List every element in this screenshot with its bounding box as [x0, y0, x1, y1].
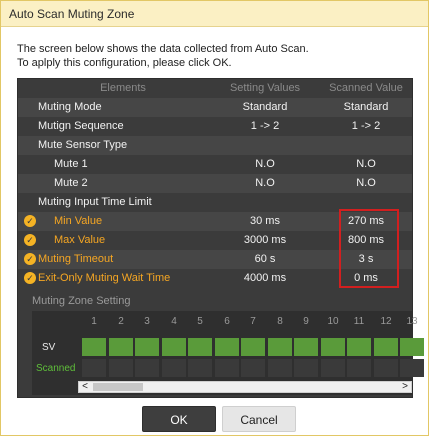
row-setting: 3000 ms: [243, 234, 287, 246]
description-line-2: To aplply this configuration, please cli…: [17, 57, 232, 69]
muting-zone-title: Muting Zone Setting: [32, 295, 131, 307]
row-scanned: Standard: [343, 101, 389, 113]
column-number: 2: [118, 316, 124, 327]
scroll-thumb[interactable]: [93, 383, 143, 391]
table-row: Muting Mode Standard Standard: [18, 98, 412, 117]
description: The screen below shows the data collecte…: [17, 42, 309, 70]
column-number: 7: [250, 316, 256, 327]
column-number: 8: [277, 316, 283, 327]
table-header: Elements Setting Values Scanned Value: [18, 79, 412, 98]
ok-button[interactable]: OK: [142, 406, 216, 432]
row-setting: 4000 ms: [243, 272, 287, 284]
row-element: Muting Timeout: [38, 253, 114, 265]
cancel-button[interactable]: Cancel: [222, 406, 296, 432]
scanned-cell[interactable]: [347, 359, 371, 377]
scanned-cell[interactable]: [162, 359, 186, 377]
auto-scan-muting-zone-dialog: Auto Scan Muting Zone The screen below s…: [0, 0, 429, 436]
table-row-mismatch: ✓ Exit-Only Muting Wait Time 4000 ms 0 m…: [18, 269, 412, 288]
row-element: Muting Input Time Limit: [38, 196, 152, 208]
scanned-cell[interactable]: [374, 359, 398, 377]
row-element: Min Value: [54, 215, 103, 227]
row-setting: N.O: [255, 177, 275, 189]
table-row-mismatch: ✓ Min Value 30 ms 270 ms: [18, 212, 412, 231]
scanned-cell[interactable]: [268, 359, 292, 377]
column-number: 13: [406, 316, 418, 327]
row-setting: Standard: [242, 101, 288, 113]
row-scanned: N.O: [356, 158, 376, 170]
sv-cell[interactable]: [82, 338, 106, 356]
row-scanned: 270 ms: [347, 215, 385, 227]
row-scanned: 800 ms: [347, 234, 385, 246]
row-setting: 30 ms: [250, 215, 280, 227]
scroll-left-icon[interactable]: <: [79, 381, 91, 393]
header-setting-values: Setting Values: [229, 82, 301, 94]
scanned-cell[interactable]: [82, 359, 106, 377]
row-setting: N.O: [255, 158, 275, 170]
scanned-cell[interactable]: [109, 359, 133, 377]
column-number: 6: [224, 316, 230, 327]
table-row-mismatch: ✓ Max Value 3000 ms 800 ms: [18, 231, 412, 250]
table-row: Mute Sensor Type: [18, 136, 412, 155]
scanned-cell[interactable]: [294, 359, 318, 377]
column-number: 3: [144, 316, 150, 327]
scanned-row-label: Scanned: [36, 363, 76, 374]
sv-cell[interactable]: [294, 338, 318, 356]
check-icon: ✓: [24, 272, 36, 284]
row-element: Mute Sensor Type: [38, 139, 128, 151]
row-scanned: 1 -> 2: [351, 120, 381, 132]
column-number: 11: [353, 316, 365, 327]
row-scanned: N.O: [356, 177, 376, 189]
row-element: Exit-Only Muting Wait Time: [38, 272, 171, 284]
description-line-1: The screen below shows the data collecte…: [17, 43, 309, 55]
scan-results-panel: Elements Setting Values Scanned Value Mu…: [17, 78, 424, 398]
sv-cell[interactable]: [268, 338, 292, 356]
sv-cell[interactable]: [109, 338, 133, 356]
row-element: Muting Mode: [38, 101, 102, 113]
scanned-cell[interactable]: [188, 359, 212, 377]
dialog-title: Auto Scan Muting Zone: [1, 1, 428, 27]
column-number: 4: [171, 316, 177, 327]
header-elements: Elements: [100, 82, 146, 94]
check-icon: ✓: [24, 234, 36, 246]
column-number: 9: [303, 316, 309, 327]
header-scanned-value: Scanned Value: [329, 82, 403, 94]
sv-row-label: SV: [42, 342, 56, 353]
table-row: Muting Input Time Limit: [18, 193, 412, 212]
row-element: Mutign Sequence: [38, 120, 124, 132]
row-scanned: 0 ms: [354, 272, 378, 284]
scanned-cell[interactable]: [215, 359, 239, 377]
column-number: 5: [197, 316, 203, 327]
sv-cell[interactable]: [374, 338, 398, 356]
column-number: 10: [327, 316, 339, 327]
column-number: 12: [380, 316, 392, 327]
column-number: 1: [91, 316, 97, 327]
sv-cell[interactable]: [215, 338, 239, 356]
sv-cell[interactable]: [241, 338, 265, 356]
sv-cell[interactable]: [162, 338, 186, 356]
table-row: Mute 1 N.O N.O: [18, 155, 412, 174]
scanned-cell[interactable]: [400, 359, 424, 377]
row-element: Mute 2: [54, 177, 88, 189]
row-setting: 60 s: [254, 253, 276, 265]
table-row: Mute 2 N.O N.O: [18, 174, 412, 193]
check-icon: ✓: [24, 253, 36, 265]
scanned-cell[interactable]: [241, 359, 265, 377]
horizontal-scrollbar[interactable]: < >: [78, 381, 412, 393]
row-element: Mute 1: [54, 158, 88, 170]
sv-cell[interactable]: [400, 338, 424, 356]
row-setting: 1 -> 2: [250, 120, 280, 132]
row-scanned: 3 s: [358, 253, 374, 265]
sv-cell[interactable]: [188, 338, 212, 356]
muting-zone-grid: 1 2 3 4 5 6 7 8 9 10 11 12 13 SV Scanned < >: [32, 311, 424, 395]
scroll-right-icon[interactable]: >: [399, 381, 411, 393]
sv-cell[interactable]: [321, 338, 345, 356]
check-icon: ✓: [24, 215, 36, 227]
table-row: Mutign Sequence 1 -> 2 1 -> 2: [18, 117, 412, 136]
scanned-cell[interactable]: [135, 359, 159, 377]
scanned-cell[interactable]: [321, 359, 345, 377]
row-element: Max Value: [54, 234, 106, 246]
sv-cell[interactable]: [347, 338, 371, 356]
table-row-mismatch: ✓ Muting Timeout 60 s 3 s: [18, 250, 412, 269]
sv-cell[interactable]: [135, 338, 159, 356]
